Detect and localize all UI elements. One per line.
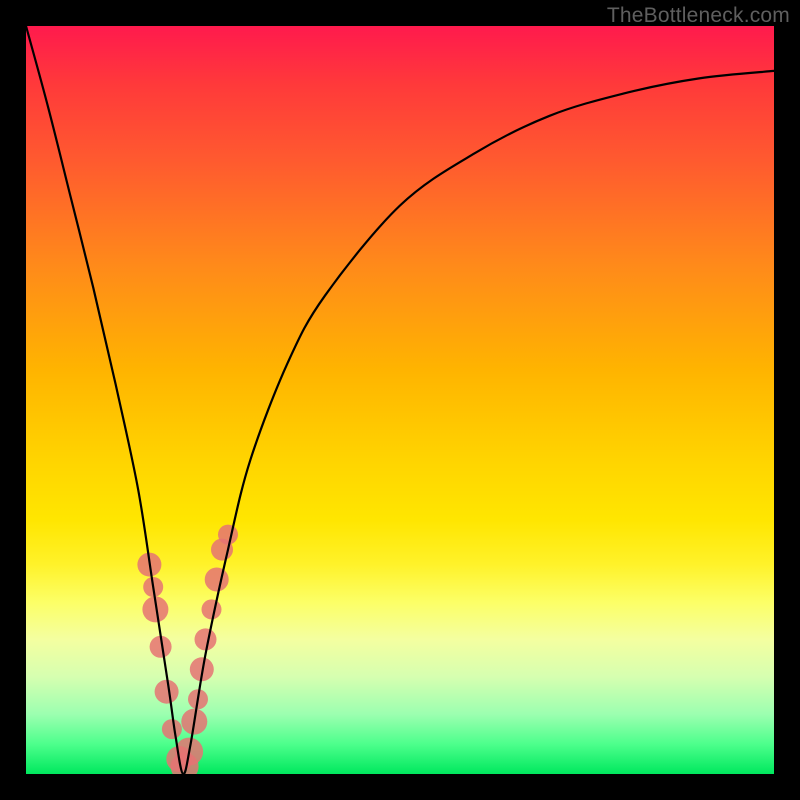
chart-svg [26,26,774,774]
scatter-dot [205,568,229,592]
scatter-dot [155,680,179,704]
scatter-dot [195,628,217,650]
scatter-dot [162,719,182,739]
outer-frame: TheBottleneck.com [0,0,800,800]
scatter-dot [218,525,238,545]
bottleneck-curve [26,26,774,774]
scatter-dots [137,525,238,774]
scatter-dot [202,599,222,619]
plot-area [26,26,774,774]
watermark-text: TheBottleneck.com [607,4,790,28]
